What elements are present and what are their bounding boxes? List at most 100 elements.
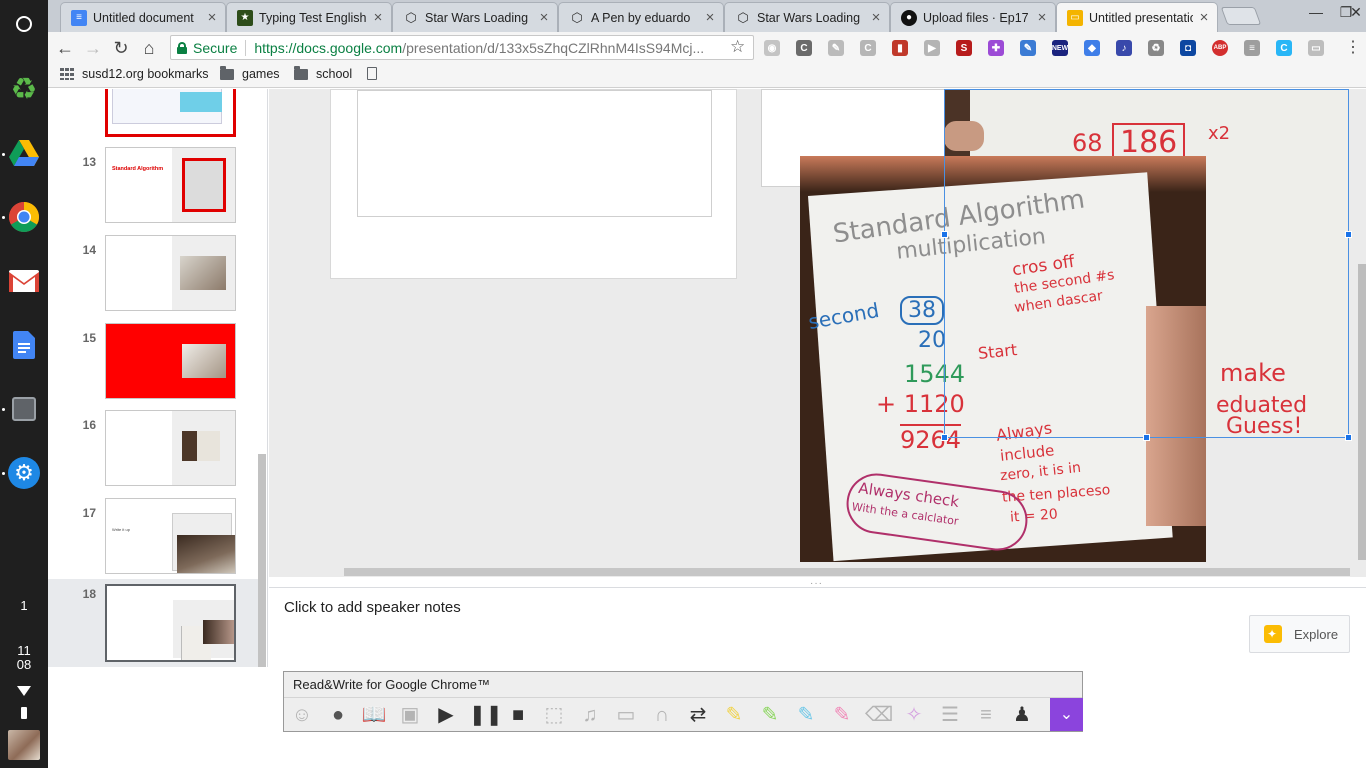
shelf-app-chrome[interactable] xyxy=(6,199,42,235)
bookmark-folder-school[interactable]: school xyxy=(294,65,352,81)
hover-speech-icon[interactable]: ● xyxy=(325,702,351,728)
back-icon[interactable]: ← xyxy=(54,37,76,59)
screencast-extension-icon[interactable]: ▶ xyxy=(924,40,940,56)
vocabulary-icon[interactable]: ☰ xyxy=(937,702,963,728)
new-tab-button[interactable] xyxy=(1220,7,1262,25)
close-icon[interactable]: × xyxy=(537,9,551,26)
canvas-vertical-scrollbar[interactable] xyxy=(1358,264,1366,560)
pause-icon[interactable]: ❚❚ xyxy=(469,702,503,728)
drive-extension-icon[interactable]: ◆ xyxy=(1084,40,1100,56)
forward-icon[interactable]: → xyxy=(82,37,104,59)
play-icon[interactable]: ▶ xyxy=(433,702,459,728)
close-icon[interactable]: × xyxy=(371,9,385,26)
drawing-extension-icon[interactable]: ✎ xyxy=(828,40,844,56)
filmstrip-scrollbar[interactable] xyxy=(258,454,266,667)
highlight-blue-icon[interactable]: ✎ xyxy=(793,702,819,728)
highlight-yellow-icon[interactable]: ✎ xyxy=(721,702,747,728)
resize-handle-left[interactable] xyxy=(941,231,948,238)
reload-icon[interactable]: ↻ xyxy=(110,37,132,59)
c-extension-icon[interactable]: C xyxy=(796,40,812,56)
resize-handle-bottom-left[interactable] xyxy=(941,434,948,441)
box-extension-icon[interactable]: ◘ xyxy=(1180,40,1196,56)
address-bar[interactable]: Secure https://docs.google.com /presenta… xyxy=(170,35,754,60)
filmstrip-slide-15[interactable]: 15 xyxy=(48,323,258,407)
bookmark-star-icon[interactable]: ☆ xyxy=(730,37,745,57)
camera-extension-icon[interactable]: ◉ xyxy=(764,40,780,56)
wifi-icon[interactable] xyxy=(17,686,31,696)
tab-untitled-document[interactable]: ≡ Untitled document × xyxy=(60,2,226,32)
readwrite-title[interactable]: Read&Write for Google Chrome™ xyxy=(284,672,1082,698)
close-icon[interactable]: × xyxy=(1035,9,1049,26)
shelf-app-gmail[interactable] xyxy=(6,263,42,299)
speaker-notes[interactable]: Click to add speaker notes Explore xyxy=(269,587,1366,667)
bookmark-folder-games[interactable]: games xyxy=(220,65,280,81)
book-extension-icon[interactable]: ▮ xyxy=(892,40,908,56)
filmstrip-slide-16[interactable]: 16 xyxy=(48,410,258,494)
resize-handle-bottom-right[interactable] xyxy=(1345,434,1352,441)
clock-minute[interactable]: 08 xyxy=(0,658,48,672)
tab-star-wars-loading-2[interactable]: ⬡ Star Wars Loading × xyxy=(724,2,890,32)
close-icon[interactable]: × xyxy=(205,9,219,26)
explore-button[interactable]: Explore xyxy=(1249,615,1350,653)
minimize-icon[interactable]: — xyxy=(1306,4,1326,20)
filmstrip-slide-14[interactable]: 14 xyxy=(48,235,258,319)
shelf-app-settings[interactable]: ⚙ xyxy=(6,455,42,491)
cast-extension-icon[interactable]: ▭ xyxy=(1308,40,1324,56)
news-extension-icon[interactable]: NEW xyxy=(1052,40,1068,56)
translator-icon[interactable]: ⇄ xyxy=(685,702,711,728)
highlight-green-icon[interactable]: ✎ xyxy=(757,702,783,728)
close-icon[interactable]: × xyxy=(1197,9,1211,26)
home-icon[interactable]: ⌂ xyxy=(138,37,160,59)
speech-input-icon[interactable]: ∩ xyxy=(649,702,675,728)
bookmark-susd12[interactable]: susd12.org bookmarks xyxy=(60,67,208,81)
canvas-horizontal-scrollbar[interactable] xyxy=(344,568,1350,576)
readwrite-menu-button[interactable]: ⌄ xyxy=(1050,698,1083,731)
shelf-app-docs[interactable] xyxy=(6,327,42,363)
speaker-notes-placeholder[interactable]: Click to add speaker notes xyxy=(284,599,461,616)
list-extension-icon[interactable]: ≡ xyxy=(1244,40,1260,56)
close-window-icon[interactable]: ✕ xyxy=(1346,4,1366,21)
resize-handle-right[interactable] xyxy=(1345,231,1352,238)
avatar[interactable] xyxy=(8,730,40,760)
filmstrip-slide-17[interactable]: 17 Write it up xyxy=(48,498,258,582)
c-blue-extension-icon[interactable]: C xyxy=(1276,40,1292,56)
highlight-pink-icon[interactable]: ✎ xyxy=(829,702,855,728)
close-icon[interactable]: × xyxy=(703,9,717,26)
resize-handle-bottom[interactable] xyxy=(1143,434,1150,441)
teacher-icon[interactable]: ♟ xyxy=(1009,702,1035,728)
tab-upload-files[interactable]: ● Upload files · Ep17 × xyxy=(890,2,1056,32)
tab-typing-test[interactable]: ★ Typing Test English × xyxy=(226,2,392,32)
c-grey-extension-icon[interactable]: C xyxy=(860,40,876,56)
battery-icon[interactable] xyxy=(21,707,27,719)
close-icon[interactable]: × xyxy=(869,9,883,26)
microphone-extension-icon[interactable]: ♪ xyxy=(1116,40,1132,56)
clear-highlights-icon[interactable]: ⌫ xyxy=(865,702,893,728)
talk-and-type-icon[interactable]: ☺ xyxy=(289,702,315,728)
dictionary-icon[interactable]: 📖 xyxy=(361,702,387,728)
app-launcher-button[interactable] xyxy=(6,6,42,42)
pen-extension-icon[interactable]: ✎ xyxy=(1020,40,1036,56)
chrome-menu-icon[interactable]: ⋮ xyxy=(1342,37,1364,59)
recycle-extension-icon[interactable]: ♻ xyxy=(1148,40,1164,56)
shelf-app-files[interactable] xyxy=(6,391,42,427)
audio-maker-icon[interactable]: ♫ xyxy=(577,702,603,728)
slide-canvas[interactable]: 68 186 x2 make eduated Guess! Standard A… xyxy=(269,89,1366,577)
practice-reader-icon[interactable]: ▭ xyxy=(613,702,639,728)
puzzle-extension-icon[interactable]: ✚ xyxy=(988,40,1004,56)
s-extension-icon[interactable]: S xyxy=(956,40,972,56)
simplify-icon[interactable]: ≡ xyxy=(973,702,999,728)
notification-count[interactable]: 1 xyxy=(0,599,48,613)
clock-hour[interactable]: 11 xyxy=(0,644,48,658)
collect-highlights-icon[interactable]: ✧ xyxy=(901,702,927,728)
tab-star-wars-loading[interactable]: ⬡ Star Wars Loading × xyxy=(392,2,558,32)
shelf-app-recycle[interactable]: ♻ xyxy=(6,72,42,108)
filmstrip-slide[interactable] xyxy=(48,89,258,137)
tab-untitled-presentation[interactable]: ▭ Untitled presentation × xyxy=(1056,2,1218,32)
adblock-plus-icon[interactable]: ABP xyxy=(1212,40,1228,56)
filmstrip-slide-18[interactable]: 18 xyxy=(48,579,258,667)
tab-a-pen-by-eduardo[interactable]: ⬡ A Pen by eduardo × xyxy=(558,2,724,32)
shelf-app-drive[interactable] xyxy=(6,135,42,171)
picture-dictionary-icon[interactable]: ▣ xyxy=(397,702,423,728)
screenshot-reader-icon[interactable]: ⬚ xyxy=(541,702,567,728)
bookmark-document[interactable] xyxy=(367,67,377,80)
